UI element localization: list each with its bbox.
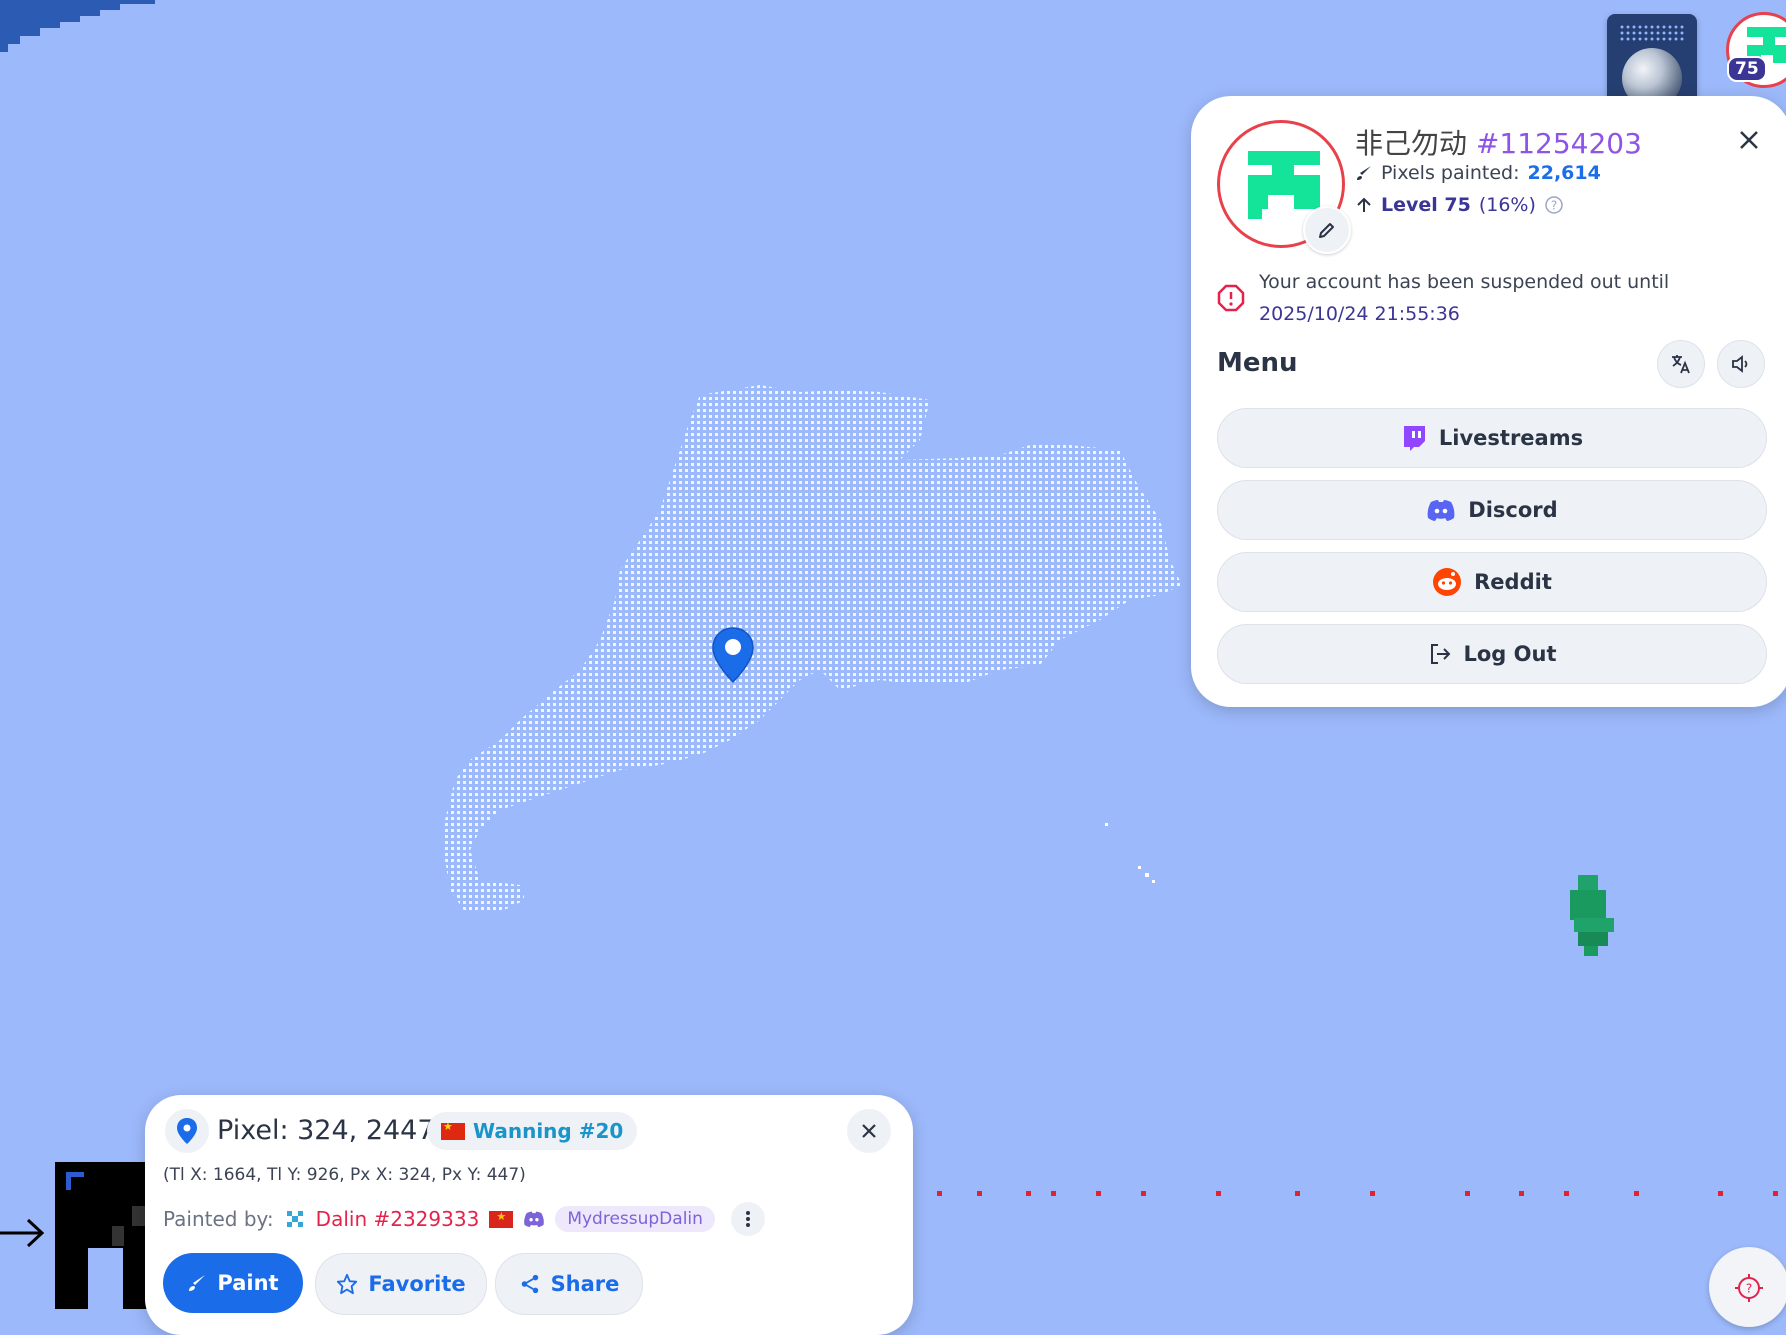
language-button[interactable]: [1657, 340, 1705, 388]
discord-icon: [524, 1211, 545, 1228]
logout-label: Log Out: [1463, 642, 1557, 666]
dots-decoration: [1619, 24, 1685, 42]
landmass-dotted: [445, 385, 1182, 912]
paint-label: Paint: [217, 1271, 279, 1295]
level-row: Level 75 (16%) ?: [1355, 194, 1564, 216]
pixels-value: 22,614: [1527, 162, 1601, 184]
livestreams-button[interactable]: Livestreams: [1217, 408, 1767, 468]
green-pixel-art: [1570, 875, 1614, 956]
brush-icon: [189, 1275, 206, 1291]
painted-by-row: Painted by: Dalin #2329333 MydressupDali…: [163, 1202, 765, 1236]
edit-avatar-button[interactable]: [1303, 206, 1351, 254]
map-dark-corner: [0, 0, 155, 52]
pixel-info-panel: Pixel: 324, 2447 Wanning #20 (Tl X: 1664…: [145, 1095, 913, 1335]
translate-icon: [1672, 355, 1690, 374]
discord-label: Discord: [1468, 498, 1558, 522]
discord-icon: [1427, 500, 1455, 521]
black-pixel-art: [55, 1162, 147, 1309]
alert-octagon-icon: [1217, 284, 1245, 312]
help-icon[interactable]: ?: [1544, 195, 1564, 215]
profile-panel: 非己勿动 #11254203 Pixels painted: 22,614 Le…: [1191, 96, 1786, 707]
logout-icon: [1430, 644, 1450, 664]
menu-title: Menu: [1217, 348, 1298, 378]
favorite-label: Favorite: [368, 1272, 466, 1296]
discord-username: MydressupDalin: [555, 1206, 715, 1232]
speaker-icon: [1732, 355, 1748, 373]
svg-text:?: ?: [1551, 199, 1557, 213]
star-icon: [337, 1273, 358, 1295]
arrow-mark: [0, 1218, 45, 1248]
paint-button[interactable]: Paint: [163, 1253, 303, 1313]
islet: [1152, 880, 1155, 883]
help-fab-button[interactable]: ?: [1709, 1247, 1786, 1327]
share-label: Share: [550, 1272, 620, 1296]
warning-message: Your account has been suspended out unti…: [1259, 271, 1670, 293]
islet: [1145, 873, 1149, 877]
islet: [1138, 866, 1141, 869]
favorite-button[interactable]: Favorite: [315, 1253, 487, 1315]
user-id: #11254203: [1475, 127, 1642, 160]
red-dot-line: [937, 1191, 1778, 1196]
reddit-icon: [1433, 568, 1462, 596]
share-icon: [521, 1274, 538, 1294]
twitch-icon: [1403, 426, 1425, 451]
pixel-coordinates: (Tl X: 1664, Tl Y: 926, Px X: 324, Px Y:…: [163, 1165, 526, 1185]
sound-button[interactable]: [1717, 340, 1765, 388]
map-pin-icon: [177, 1118, 197, 1144]
painter-avatar-icon: [286, 1211, 303, 1227]
pixel-title: Pixel: 324, 2447: [217, 1115, 435, 1146]
warning-date: 2025/10/24 21:55:36: [1259, 303, 1460, 325]
pencil-icon: [1319, 223, 1334, 238]
svg-text:?: ?: [1746, 1282, 1752, 1296]
brush-icon: [1357, 166, 1371, 180]
reddit-button[interactable]: Reddit: [1217, 552, 1767, 612]
pixels-painted-row: Pixels painted: 22,614: [1355, 162, 1601, 184]
close-icon: [862, 1124, 876, 1138]
islet: [1105, 823, 1108, 826]
livestreams-label: Livestreams: [1438, 426, 1584, 450]
level-percent: (16%): [1478, 194, 1536, 216]
reddit-label: Reddit: [1474, 570, 1552, 594]
china-flag-icon: [441, 1120, 465, 1140]
profile-username: 非己勿动 #11254203: [1355, 122, 1642, 162]
painted-by-label: Painted by:: [163, 1207, 274, 1231]
avatar-level-badge: 75: [1727, 56, 1767, 82]
region-badge[interactable]: Wanning #20: [427, 1112, 638, 1150]
more-vertical-icon: [745, 1211, 750, 1227]
close-icon: [1740, 131, 1758, 149]
vietnam-flag-icon: [489, 1210, 514, 1228]
more-options-button[interactable]: [730, 1202, 765, 1236]
region-name: Wanning #20: [473, 1119, 624, 1143]
share-button[interactable]: Share: [495, 1253, 643, 1315]
crosshair-help-icon: ?: [1735, 1274, 1763, 1302]
logout-button[interactable]: Log Out: [1217, 624, 1767, 684]
pixels-label: Pixels painted:: [1381, 162, 1520, 184]
username-text: 非己勿动: [1355, 127, 1468, 160]
level-label: Level 75: [1381, 194, 1471, 216]
pixel-pin-badge: [165, 1109, 209, 1153]
painter-name[interactable]: Dalin #2329333: [316, 1207, 480, 1231]
close-panel-button[interactable]: [1731, 122, 1767, 158]
suspension-warning: Your account has been suspended out unti…: [1217, 266, 1669, 330]
discord-button[interactable]: Discord: [1217, 480, 1767, 540]
arrow-up-icon: [1357, 197, 1371, 212]
close-pixel-panel-button[interactable]: [847, 1109, 891, 1153]
